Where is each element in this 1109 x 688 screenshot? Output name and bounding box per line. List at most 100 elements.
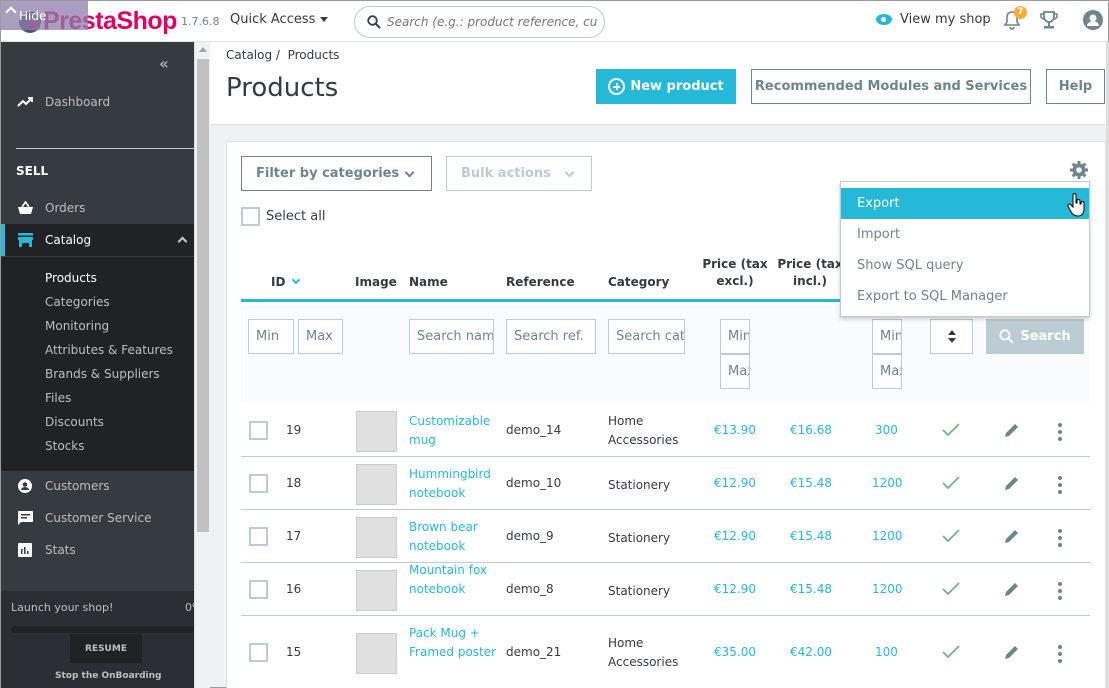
collapse-sidebar-icon[interactable]: «	[159, 54, 169, 73]
sidebar-subitem-attributes[interactable]: Attributes & Features	[45, 343, 173, 357]
reference-search-input[interactable]	[506, 319, 596, 354]
sidebar-item-stats[interactable]: Stats	[1, 534, 194, 566]
hide-button[interactable]: Hide	[1, 1, 88, 30]
stop-onboarding-link[interactable]: Stop the OnBoarding	[55, 671, 161, 681]
price-tax-excl[interactable]: €35.00	[714, 645, 756, 659]
status-filter-select[interactable]	[930, 319, 973, 354]
edit-pencil-icon[interactable]	[1004, 528, 1020, 544]
price-tax-incl[interactable]: €15.48	[790, 529, 832, 543]
user-account-icon[interactable]	[1083, 10, 1103, 30]
sidebar-scrollbar[interactable]	[194, 42, 210, 688]
price-tax-excl[interactable]: €12.90	[714, 529, 756, 543]
check-icon[interactable]	[942, 528, 960, 543]
more-actions-icon[interactable]	[1058, 422, 1062, 441]
more-actions-icon[interactable]	[1058, 475, 1062, 494]
product-thumbnail[interactable]	[356, 516, 397, 558]
more-actions-icon[interactable]	[1058, 581, 1062, 600]
sidebar-item-customers[interactable]: Customers	[1, 470, 194, 502]
recommended-modules-button[interactable]: Recommended Modules and Services	[751, 69, 1031, 104]
product-thumbnail[interactable]	[356, 410, 397, 452]
column-name[interactable]: Name	[409, 274, 448, 291]
id-min-input[interactable]	[248, 319, 294, 354]
sidebar-subitem-files[interactable]: Files	[45, 391, 71, 405]
product-name-link[interactable]: Hummingbird notebook	[409, 465, 504, 503]
sidebar-item-orders[interactable]: Orders	[1, 192, 194, 224]
product-quantity[interactable]: 1200	[872, 582, 903, 596]
product-name-link[interactable]: Pack Mug + Framed poster	[409, 624, 504, 662]
id-max-input[interactable]	[298, 319, 343, 354]
more-actions-icon[interactable]	[1058, 528, 1062, 547]
menu-item-export[interactable]: Export	[841, 188, 1089, 219]
search-button[interactable]: Search	[986, 319, 1084, 354]
check-icon[interactable]	[942, 581, 960, 596]
edit-pencil-icon[interactable]	[1004, 475, 1020, 491]
price-tax-incl[interactable]: €42.00	[790, 645, 832, 659]
sidebar-subitem-brands[interactable]: Brands & Suppliers	[45, 367, 160, 381]
row-checkbox[interactable]	[249, 420, 268, 440]
edit-pencil-icon[interactable]	[1004, 644, 1020, 660]
menu-item-export-sql-manager[interactable]: Export to SQL Manager	[841, 281, 1089, 312]
scroll-up-arrow-icon[interactable]	[199, 47, 207, 52]
price-min-input[interactable]	[720, 319, 750, 354]
category-search-input[interactable]	[608, 319, 685, 354]
column-price-incl[interactable]: Price (tax incl.)	[776, 256, 844, 290]
row-checkbox[interactable]	[249, 642, 268, 662]
menu-item-show-sql-query[interactable]: Show SQL query	[841, 250, 1089, 281]
sidebar-subitem-discounts[interactable]: Discounts	[45, 415, 104, 429]
column-price-excl[interactable]: Price (tax excl.)	[701, 256, 769, 290]
scrollbar-thumb[interactable]	[197, 59, 209, 532]
sort-desc-icon[interactable]	[292, 275, 301, 285]
name-search-input[interactable]	[409, 319, 494, 354]
product-thumbnail[interactable]	[356, 569, 397, 611]
bulk-actions-dropdown[interactable]: Bulk actions	[446, 156, 592, 191]
select-all-checkbox[interactable]	[241, 207, 260, 226]
check-icon[interactable]	[942, 475, 960, 490]
product-quantity[interactable]: 1200	[872, 529, 903, 543]
quick-access-dropdown[interactable]: Quick Access	[230, 12, 329, 27]
header-search[interactable]	[354, 6, 605, 38]
sidebar-subitem-products[interactable]: Products	[45, 271, 97, 285]
view-my-shop-link[interactable]: View my shop	[876, 12, 991, 27]
price-tax-excl[interactable]: €12.90	[714, 476, 756, 490]
product-thumbnail[interactable]	[356, 632, 397, 674]
product-thumbnail[interactable]	[356, 463, 397, 505]
price-tax-incl[interactable]: €15.48	[790, 476, 832, 490]
trophy-icon[interactable]	[1039, 10, 1059, 30]
product-quantity[interactable]: 100	[875, 645, 898, 659]
header-search-input[interactable]	[387, 15, 597, 29]
row-checkbox[interactable]	[249, 473, 268, 493]
sidebar-subitem-stocks[interactable]: Stocks	[45, 439, 84, 453]
sidebar-item-catalog[interactable]: Catalog	[1, 224, 194, 256]
sidebar-subitem-monitoring[interactable]: Monitoring	[45, 319, 109, 333]
price-tax-incl[interactable]: €15.48	[790, 582, 832, 596]
edit-pencil-icon[interactable]	[1004, 581, 1020, 597]
help-button[interactable]: Help	[1046, 69, 1105, 104]
price-tax-incl[interactable]: €16.68	[790, 423, 832, 437]
more-actions-icon[interactable]	[1058, 644, 1062, 663]
product-quantity[interactable]: 300	[875, 423, 898, 437]
sidebar-subitem-categories[interactable]: Categories	[45, 295, 110, 309]
sidebar-item-dashboard[interactable]: Dashboard	[1, 86, 194, 118]
row-checkbox[interactable]	[249, 526, 268, 546]
column-reference[interactable]: Reference	[506, 274, 575, 291]
check-icon[interactable]	[942, 644, 960, 659]
product-name-link[interactable]: Customizable mug	[409, 412, 504, 450]
gear-icon[interactable]	[1069, 160, 1089, 180]
resume-button[interactable]: RESUME	[70, 634, 142, 663]
price-tax-excl[interactable]: €13.90	[714, 423, 756, 437]
product-quantity[interactable]: 1200	[872, 476, 903, 490]
menu-item-import[interactable]: Import	[841, 219, 1089, 250]
sidebar-item-customer-service[interactable]: Customer Service	[1, 502, 194, 534]
new-product-button[interactable]: New product	[596, 69, 736, 104]
row-checkbox[interactable]	[249, 579, 268, 599]
column-id[interactable]: ID	[271, 274, 331, 291]
filter-by-categories-dropdown[interactable]: Filter by categories	[241, 156, 432, 191]
select-all[interactable]: Select all	[241, 207, 325, 226]
product-name-link[interactable]: Mountain fox notebook	[409, 561, 504, 599]
price-tax-excl[interactable]: €12.90	[714, 582, 756, 596]
breadcrumb-catalog[interactable]: Catalog	[226, 48, 272, 62]
quantity-min-input[interactable]	[872, 319, 902, 354]
price-max-input[interactable]	[720, 354, 750, 389]
column-category[interactable]: Category	[608, 274, 669, 291]
check-icon[interactable]	[942, 422, 960, 437]
